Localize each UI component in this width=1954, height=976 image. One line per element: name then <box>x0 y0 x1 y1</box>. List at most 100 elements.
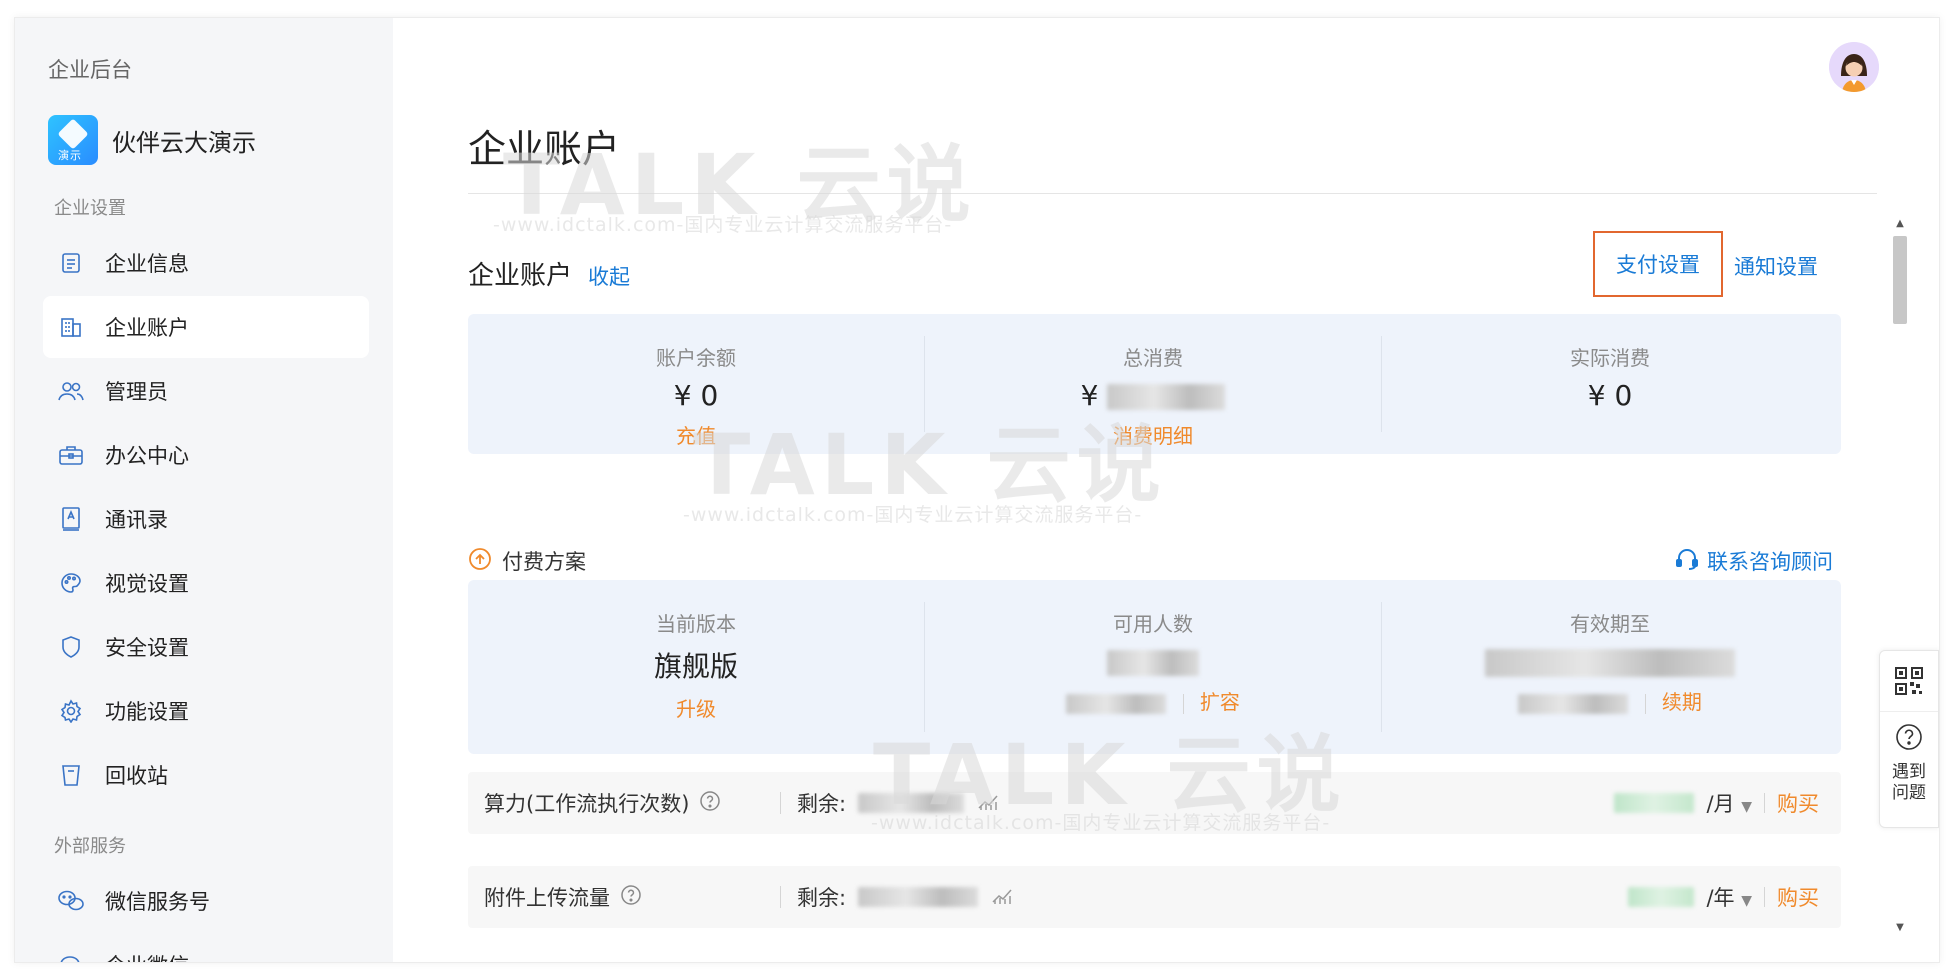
blurred-value <box>858 887 979 907</box>
sidebar: 企业后台 演示 伙伴云大演示 企业设置 企业信息 企业账户 管理员 办公中心 通… <box>15 18 393 962</box>
users-label: 可用人数 <box>1113 612 1193 636</box>
sidebar-item-company-info[interactable]: 企业信息 <box>43 232 369 294</box>
plan-header: 付费方案 <box>468 546 586 576</box>
unit-select[interactable]: /年 ▼ <box>1706 882 1752 912</box>
total-label: 总消费 <box>1123 346 1183 370</box>
section-title: 企业账户 <box>468 261 573 291</box>
sidebar-item-company-account[interactable]: 企业账户 <box>43 296 369 358</box>
blurred-value <box>1518 693 1629 714</box>
qr-code-icon[interactable] <box>1880 651 1938 712</box>
renew-link[interactable]: 续期 <box>1662 690 1702 714</box>
balance-label: 账户余额 <box>656 346 736 370</box>
sidebar-item-security-settings[interactable]: 安全设置 <box>43 616 369 678</box>
sidebar-item-office-center[interactable]: 办公中心 <box>43 424 369 486</box>
sidebar-item-label: 安全设置 <box>105 636 189 660</box>
headset-icon <box>1675 547 1699 576</box>
notify-settings-link[interactable]: 通知设置 <box>1734 251 1818 281</box>
actual-column: 实际消费 ¥ 0 <box>1382 314 1838 454</box>
sidebar-item-contacts[interactable]: 通讯录 <box>43 488 369 550</box>
expiry-column: 有效期至 续期 <box>1382 580 1838 754</box>
chevron-down-icon: ▼ <box>1741 799 1752 815</box>
gear-icon <box>57 697 85 725</box>
sidebar-item-wecom[interactable]: 企业微信 <box>43 934 369 962</box>
remain-label: 剩余: <box>797 886 847 910</box>
unit-select[interactable]: /月 ▼ <box>1706 788 1752 818</box>
resource-row: 附件上传流量 剩余: /年 ▼ 购买 <box>468 866 1841 928</box>
sidebar-item-label: 企业微信 <box>105 950 189 962</box>
sidebar-item-label: 企业信息 <box>105 252 189 276</box>
buy-link[interactable]: 购买 <box>1777 882 1819 912</box>
sidebar-item-visual-settings[interactable]: 视觉设置 <box>43 552 369 614</box>
consult-advisor-link[interactable]: 联系咨询顾问 <box>1675 546 1833 576</box>
currency-symbol: ¥ <box>1080 379 1099 412</box>
unit-label: /月 <box>1706 792 1735 816</box>
blurred-value <box>1485 649 1735 677</box>
version-label: 当前版本 <box>656 612 736 636</box>
resource-name: 算力(工作流执行次数) <box>484 792 690 816</box>
total-value: ¥ <box>925 379 1381 412</box>
wechat-icon <box>57 887 85 915</box>
watermark-url: -www.idctalk.com-国内专业云计算交流服务平台- <box>683 504 1143 526</box>
sidebar-title: 企业后台 <box>48 58 132 82</box>
consult-label: 联系咨询顾问 <box>1707 550 1833 574</box>
unit-label: /年 <box>1706 886 1735 910</box>
sidebar-item-label: 回收站 <box>105 764 168 788</box>
pay-settings-link[interactable]: 支付设置 <box>1593 231 1723 297</box>
scroll-up-icon[interactable]: ▲ <box>1891 218 1909 234</box>
balance-value: ¥ 0 <box>673 379 719 412</box>
sidebar-item-wechat[interactable]: 微信服务号 <box>43 870 369 932</box>
avatar[interactable] <box>1829 42 1879 92</box>
sidebar-item-label: 管理员 <box>105 380 168 404</box>
page-title: 企业账户 <box>468 127 621 171</box>
section-header: 企业账户 收起 <box>468 255 630 292</box>
remain-label: 剩余: <box>797 792 847 816</box>
consumption-detail-link[interactable]: 消费明细 <box>925 420 1381 449</box>
chevron-down-icon: ▼ <box>1741 893 1752 909</box>
scroll-down-icon[interactable]: ▼ <box>1891 922 1909 938</box>
org-switcher[interactable]: 演示 伙伴云大演示 <box>48 115 256 165</box>
blurred-value <box>1107 384 1226 410</box>
recharge-link[interactable]: 充值 <box>468 420 924 449</box>
contacts-icon <box>57 505 85 533</box>
sidebar-item-label: 通讯录 <box>105 508 168 532</box>
help-icon[interactable] <box>699 790 721 817</box>
document-icon <box>57 249 85 277</box>
expiry-label: 有效期至 <box>1570 612 1650 636</box>
briefcase-icon <box>57 441 85 469</box>
account-summary-panel: 账户余额 ¥ 0 充值 总消费 ¥ 消费明细 实际消费 ¥ 0 <box>468 314 1841 454</box>
sidebar-item-recycle-bin[interactable]: 回收站 <box>43 744 369 806</box>
upgrade-link[interactable]: 升级 <box>468 693 924 722</box>
org-logo-tag: 演示 <box>58 149 82 162</box>
plan-title: 付费方案 <box>502 550 586 574</box>
resource-name: 附件上传流量 <box>484 886 610 910</box>
shield-icon <box>57 633 85 661</box>
collapse-link[interactable]: 收起 <box>588 261 630 291</box>
sidebar-item-feature-settings[interactable]: 功能设置 <box>43 680 369 742</box>
title-divider <box>468 193 1877 194</box>
actual-label: 实际消费 <box>1570 346 1650 370</box>
sidebar-item-label: 功能设置 <box>105 700 189 724</box>
watermark-url: -www.idctalk.com-国内专业云计算交流服务平台- <box>493 214 953 236</box>
sidebar-item-label: 微信服务号 <box>105 890 210 914</box>
sidebar-item-label: 企业账户 <box>105 316 189 340</box>
users-icon <box>57 377 85 405</box>
version-column: 当前版本 旗舰版 升级 <box>468 580 924 754</box>
help-label: 遇到问题 <box>1892 762 1926 803</box>
blurred-value <box>858 793 965 813</box>
help-icon[interactable] <box>620 884 642 911</box>
scrollbar[interactable]: ▲ ▼ <box>1891 218 1909 938</box>
org-name: 伙伴云大演示 <box>112 128 256 157</box>
help-button[interactable]: 遇到问题 <box>1880 712 1938 804</box>
scroll-thumb[interactable] <box>1893 236 1907 324</box>
group-label-settings: 企业设置 <box>54 198 126 219</box>
sidebar-item-admins[interactable]: 管理员 <box>43 360 369 422</box>
buy-link[interactable]: 购买 <box>1777 788 1819 818</box>
main-content: 企业账户 ▲ ▼ 企业账户 收起 支付设置 通知设置 账户余额 ¥ 0 充值 总… <box>393 18 1939 962</box>
trend-icon[interactable] <box>990 884 1014 911</box>
trend-icon[interactable] <box>976 790 1000 817</box>
balance-column: 账户余额 ¥ 0 充值 <box>468 314 924 454</box>
total-column: 总消费 ¥ 消费明细 <box>925 314 1381 454</box>
expand-link[interactable]: 扩容 <box>1200 690 1240 714</box>
blurred-value <box>1107 650 1199 676</box>
trash-icon <box>57 761 85 789</box>
